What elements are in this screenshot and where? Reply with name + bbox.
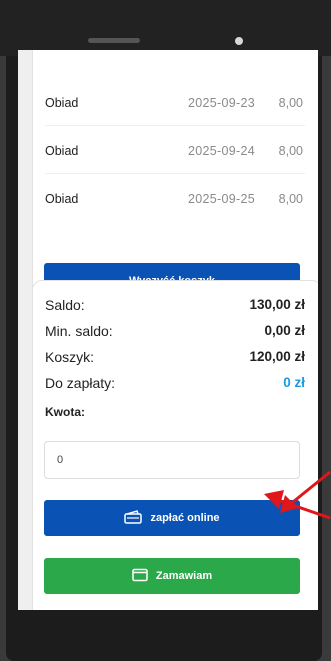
order-button[interactable]: Zamawiam [44,558,300,594]
saldo-value: 130,00 zł [249,297,305,312]
order-name: Obiad [45,144,79,158]
order-date: 2025-09-23 [188,96,255,110]
pay-online-label: zapłać online [150,512,220,524]
table-row: Obiad 2025-09-25 8,00 [45,177,305,221]
table-row: Obiad 2025-09-24 8,00 [45,129,305,174]
phone-bezel-top [0,0,331,56]
front-camera [235,37,243,45]
kwota-input[interactable]: 0 [44,441,300,479]
wallet-icon [132,568,148,585]
wallet-icon [124,509,143,527]
annotation-arrow-order [264,490,331,520]
order-amount: 8,00 [278,192,303,206]
koszyk-value: 120,00 zł [249,349,305,364]
table-row: Obiad 2025-09-23 8,00 [45,81,305,126]
order-date: 2025-09-24 [188,144,255,158]
order-date: 2025-09-25 [188,192,255,206]
payment-card: Saldo: 130,00 zł Min. saldo: 0,00 zł Kos… [32,280,318,610]
order-amount: 8,00 [278,96,303,110]
speaker-grille [88,38,140,43]
min-saldo-value: 0,00 zł [264,323,305,338]
min-saldo-label: Min. saldo: [45,323,113,339]
kwota-label: Kwota: [45,405,85,419]
order-label: Zamawiam [155,570,213,582]
kwota-input-value: 0 [57,454,64,466]
min-saldo-row: Min. saldo: 0,00 zł [45,323,305,339]
saldo-label: Saldo: [45,297,85,313]
do-zaplaty-value: 0 zł [283,375,305,390]
koszyk-row: Koszyk: 120,00 zł [45,349,305,365]
order-name: Obiad [45,192,79,206]
app-screen: Obiad 2025-09-23 8,00 Obiad 2025-09-24 8… [18,50,318,610]
cart-card: Obiad 2025-09-23 8,00 Obiad 2025-09-24 8… [32,50,318,314]
do-zaplaty-label: Do zapłaty: [45,375,116,391]
order-name: Obiad [45,96,79,110]
do-zaplaty-row: Do zapłaty: 0 zł [45,375,305,391]
saldo-row: Saldo: 130,00 zł [45,297,305,313]
koszyk-label: Koszyk: [45,349,95,365]
order-amount: 8,00 [278,144,303,158]
